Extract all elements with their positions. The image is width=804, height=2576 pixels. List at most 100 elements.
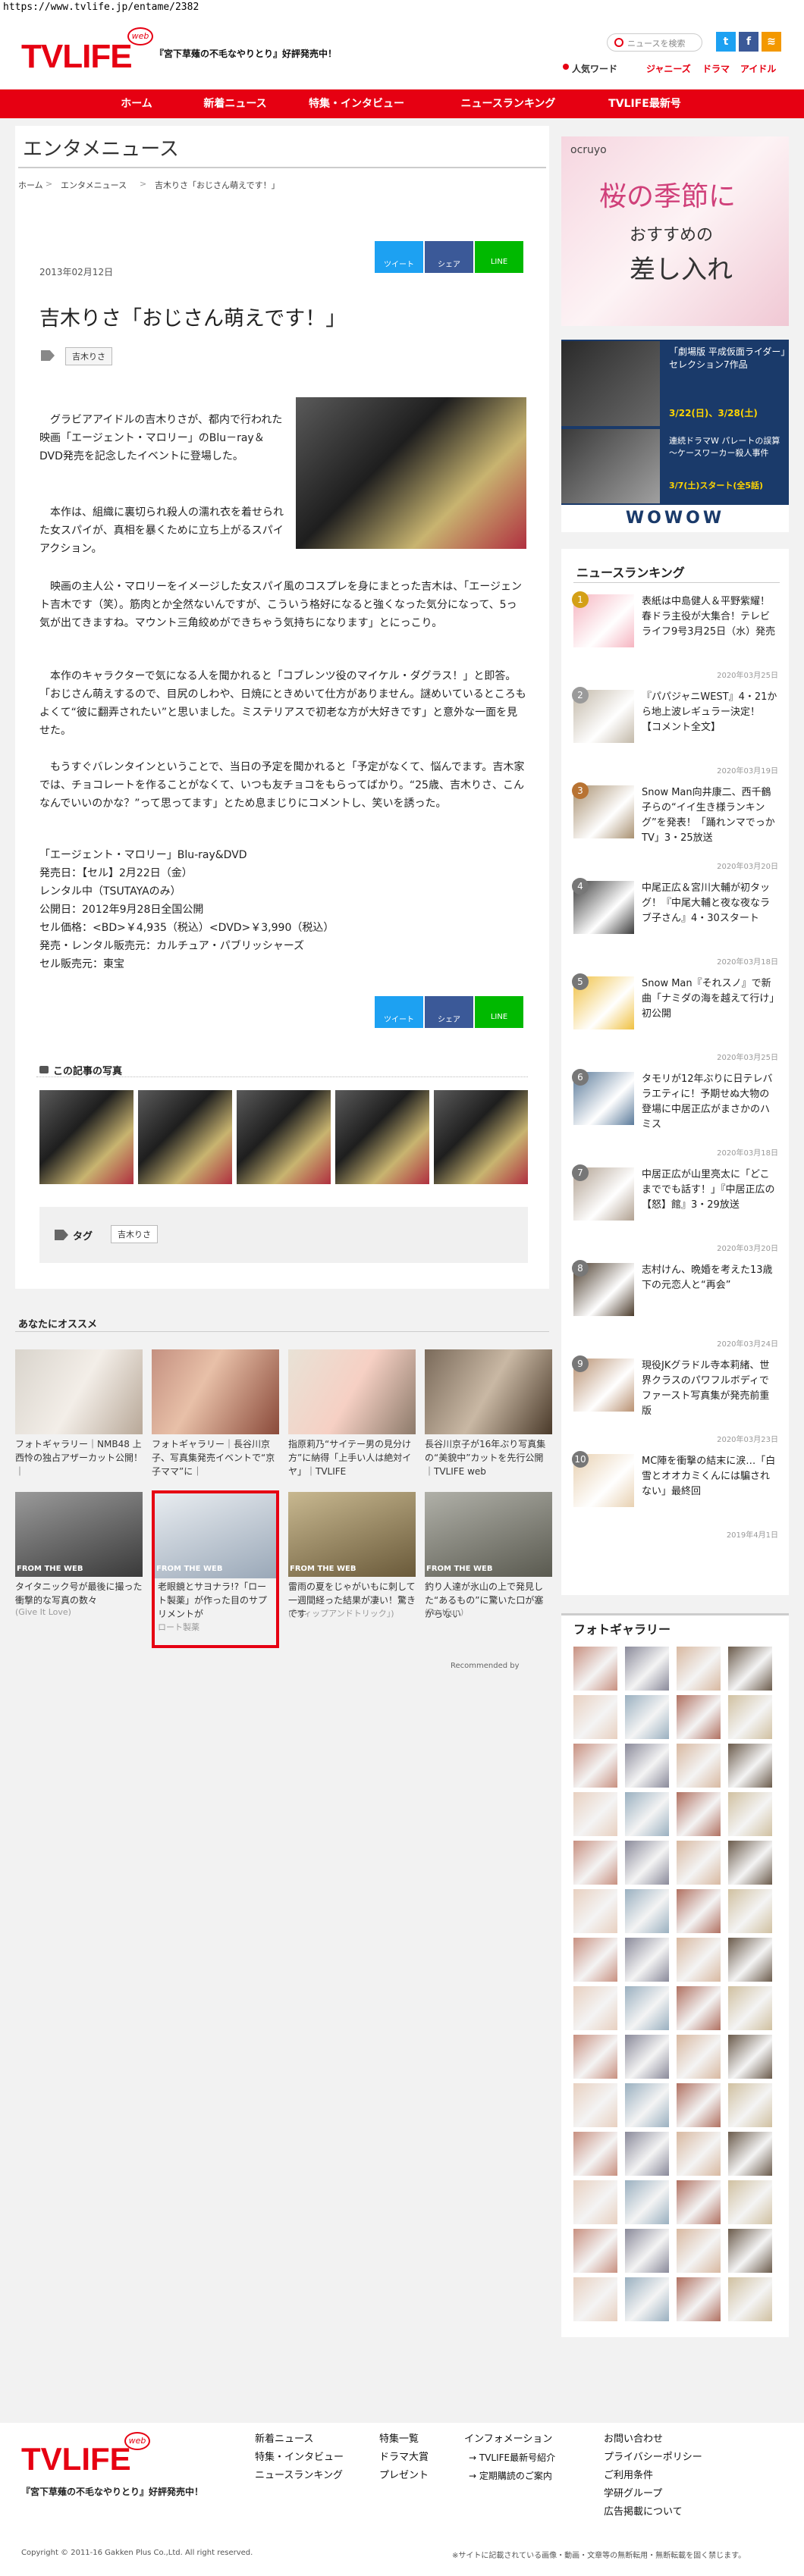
recommend-image[interactable] bbox=[152, 1349, 279, 1434]
gallery-photo[interactable] bbox=[677, 2132, 721, 2176]
nav-ranking[interactable]: ニュースランキング bbox=[448, 89, 569, 118]
gallery-photo[interactable] bbox=[728, 2229, 772, 2273]
ranking-title[interactable]: 志村けん、晩婚を考えた13歳下の元恋人と“再会” bbox=[642, 1263, 778, 1293]
recommended-by[interactable]: Recommended by bbox=[451, 1662, 520, 1670]
facebook-share-button[interactable]: シェア bbox=[425, 996, 473, 1028]
footer-tagline[interactable]: 『宮下草薙の不毛なやりとり』好評発売中！ bbox=[21, 2485, 203, 2498]
gallery-photo[interactable] bbox=[573, 1841, 617, 1885]
gallery-photo[interactable] bbox=[625, 1986, 669, 2030]
gallery-photo[interactable] bbox=[677, 1986, 721, 2030]
tweet-button[interactable]: ツイート bbox=[375, 996, 423, 1028]
gallery-photo[interactable] bbox=[573, 2083, 617, 2127]
popular-tag[interactable]: ジャニーズ bbox=[646, 62, 691, 75]
gallery-photo[interactable] bbox=[728, 1889, 772, 1933]
url-bar[interactable]: https://www.tvlife.jp/entame/2382 bbox=[0, 0, 804, 17]
recommend-caption[interactable]: タイタニック号が最後に撮った衝撃的な写真の数々 bbox=[15, 1580, 143, 1607]
gallery-photo[interactable] bbox=[677, 1841, 721, 1885]
gallery-photo[interactable] bbox=[625, 2180, 669, 2224]
gallery-photo[interactable] bbox=[728, 1647, 772, 1691]
popular-tag[interactable]: アイドル bbox=[740, 62, 776, 75]
ranking-title[interactable]: 表紙は中島健人＆平野紫耀！春ドラ主役が大集合！テレビライフ9号3月25日（水）発… bbox=[642, 594, 778, 640]
gallery-photo[interactable] bbox=[728, 2132, 772, 2176]
gallery-photo[interactable] bbox=[625, 1841, 669, 1885]
footer-link[interactable]: 学研グループ bbox=[604, 2485, 662, 2503]
gallery-photo[interactable] bbox=[573, 2132, 617, 2176]
footer-link[interactable]: 新着ニュース bbox=[255, 2430, 313, 2449]
gallery-photo[interactable] bbox=[625, 1744, 669, 1788]
recommend-caption[interactable]: 指原莉乃“サイテー男の見分け方”に納得「上手い人は絶対イヤ」｜TVLIFE bbox=[288, 1437, 416, 1478]
gallery-photo[interactable] bbox=[728, 1744, 772, 1788]
footer-link[interactable]: → 定期購読のご案内 bbox=[469, 2467, 552, 2485]
breadcrumb-home[interactable]: ホーム bbox=[18, 179, 43, 191]
gallery-thumbnail[interactable] bbox=[434, 1090, 528, 1184]
footer-link[interactable]: ニュースランキング bbox=[255, 2467, 343, 2485]
footer-link[interactable]: 特集一覧 bbox=[379, 2430, 419, 2449]
facebook-share-button[interactable]: シェア bbox=[425, 241, 473, 273]
rss-icon[interactable]: ≋ bbox=[762, 32, 781, 52]
gallery-thumbnail[interactable] bbox=[39, 1090, 133, 1184]
ranking-title[interactable]: タモリが12年ぶりに日テレバラエティに！予期せぬ大物の登場に中居正広がまさかのハ… bbox=[642, 1072, 778, 1133]
line-share-button[interactable]: LINE bbox=[475, 241, 523, 273]
gallery-photo[interactable] bbox=[728, 1841, 772, 1885]
footer-link[interactable]: ご利用条件 bbox=[604, 2467, 653, 2485]
gallery-photo[interactable] bbox=[677, 1889, 721, 1933]
footer-link[interactable]: 特集・インタビュー bbox=[255, 2449, 344, 2467]
gallery-photo[interactable] bbox=[677, 2277, 721, 2321]
gallery-photo[interactable] bbox=[573, 1647, 617, 1691]
gallery-photo[interactable] bbox=[573, 2229, 617, 2273]
gallery-photo[interactable] bbox=[573, 1986, 617, 2030]
gallery-photo[interactable] bbox=[728, 2180, 772, 2224]
gallery-photo[interactable] bbox=[677, 1744, 721, 1788]
footer-link[interactable]: ドラマ大賞 bbox=[379, 2449, 429, 2467]
gallery-photo[interactable] bbox=[625, 1938, 669, 1982]
gallery-photo[interactable] bbox=[677, 2229, 721, 2273]
gallery-photo[interactable] bbox=[677, 1647, 721, 1691]
gallery-photo[interactable] bbox=[625, 1889, 669, 1933]
facebook-icon[interactable]: f bbox=[739, 32, 758, 52]
article-tag[interactable]: 吉木りさ bbox=[65, 347, 112, 365]
site-logo[interactable]: TVLIFE bbox=[21, 38, 133, 76]
gallery-photo[interactable] bbox=[625, 1647, 669, 1691]
gallery-photo[interactable] bbox=[728, 1938, 772, 1982]
breadcrumb-category[interactable]: エンタメニュース bbox=[61, 179, 127, 191]
gallery-photo[interactable] bbox=[573, 1792, 617, 1836]
gallery-photo[interactable] bbox=[677, 1792, 721, 1836]
ranking-title[interactable]: Snow Man向井康二、西千鶴子らの“イイ生き様ランキング”を発表！「踊れンマ… bbox=[642, 785, 778, 846]
ranking-title[interactable]: 中尾正広＆宮川大輔が初タッグ！『中尾大輔と夜な夜なラブ子さん』4・30スタート bbox=[642, 881, 778, 926]
gallery-photo[interactable] bbox=[625, 1792, 669, 1836]
gallery-photo[interactable] bbox=[728, 2035, 772, 2079]
gallery-photo[interactable] bbox=[677, 2035, 721, 2079]
recommend-caption[interactable]: フォトギャラリー｜NMB48 上西怜の独占アザーカット公開！｜ bbox=[15, 1437, 143, 1478]
gallery-thumbnail[interactable] bbox=[138, 1090, 232, 1184]
ranking-title[interactable]: 現役JKグラドル寺本莉緒、世界クラスのパワフルボディでファースト写真集が発売前重… bbox=[642, 1359, 778, 1419]
recommend-image[interactable] bbox=[15, 1349, 143, 1434]
popular-tag[interactable]: ドラマ bbox=[702, 62, 730, 75]
ranking-title[interactable]: 中居正広が山里亮太に「どこまででも話す！」『中居正広の【怒】館』3・29放送 bbox=[642, 1167, 778, 1213]
gallery-photo[interactable] bbox=[677, 2180, 721, 2224]
footer-link[interactable]: プライバシーポリシー bbox=[604, 2449, 702, 2467]
footer-link[interactable]: プレゼント bbox=[379, 2467, 429, 2485]
nav-latest-issue[interactable]: TVLIFE最新号 bbox=[592, 89, 698, 118]
gallery-photo[interactable] bbox=[573, 1695, 617, 1739]
gallery-photo[interactable] bbox=[573, 1744, 617, 1788]
gallery-photo[interactable] bbox=[625, 1695, 669, 1739]
recommend-caption[interactable]: 老眼鏡とサヨナラ!?「ロート製薬」が作った目のサプリメントが bbox=[158, 1580, 275, 1621]
gallery-photo[interactable] bbox=[573, 2035, 617, 2079]
gallery-photo[interactable] bbox=[573, 1889, 617, 1933]
nav-news[interactable]: 新着ニュース bbox=[190, 89, 281, 118]
gallery-photo[interactable] bbox=[625, 2229, 669, 2273]
gallery-photo[interactable] bbox=[573, 2277, 617, 2321]
gallery-photo[interactable] bbox=[625, 2035, 669, 2079]
recommend-image[interactable] bbox=[425, 1349, 552, 1434]
gallery-photo[interactable] bbox=[728, 1792, 772, 1836]
gallery-photo[interactable] bbox=[728, 1695, 772, 1739]
gallery-photo[interactable] bbox=[677, 1695, 721, 1739]
tag-chip[interactable]: 吉木りさ bbox=[111, 1225, 158, 1243]
header-tagline[interactable]: 『宮下草薙の不毛なやりとり』好評発売中！ bbox=[155, 47, 337, 60]
gallery-thumbnail[interactable] bbox=[237, 1090, 331, 1184]
gallery-photo[interactable] bbox=[677, 1938, 721, 1982]
recommend-caption[interactable]: 長谷川京子が16年ぶり写真集の“美貌中”カットを先行公開｜TVLIFE web bbox=[425, 1437, 552, 1478]
footer-link[interactable]: お問い合わせ bbox=[604, 2430, 663, 2449]
ranking-title[interactable]: Snow Man『それスノ』で新曲「ナミダの海を越えて行け」初公開 bbox=[642, 976, 778, 1022]
footer-logo[interactable]: TVLIFE bbox=[21, 2441, 131, 2477]
